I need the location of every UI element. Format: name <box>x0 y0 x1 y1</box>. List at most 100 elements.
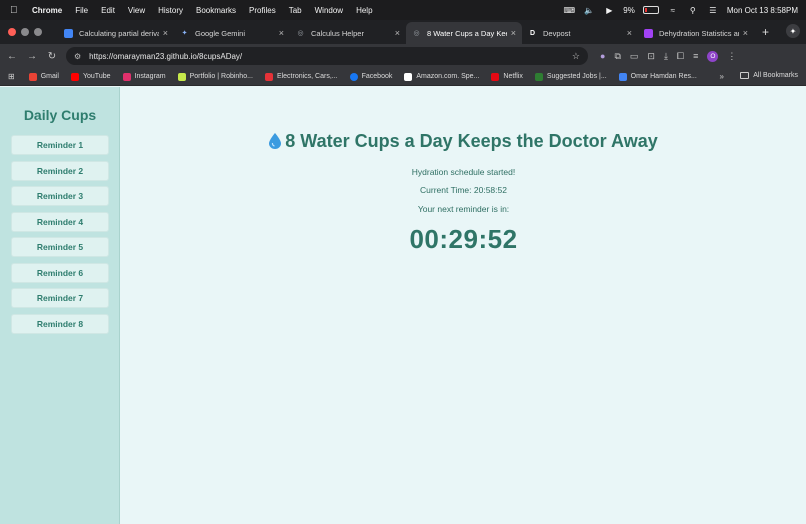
bookmark-item[interactable]: Netflix <box>491 72 523 81</box>
site-info-icon[interactable]: ⚙ <box>74 52 81 61</box>
reminder-4-button[interactable]: Reminder 4 <box>11 211 109 232</box>
bookmark-item[interactable]: Electronics, Cars,... <box>264 72 338 81</box>
daily-cups-sidebar: Daily Cups Reminder 1 Reminder 2 Reminde… <box>0 87 120 524</box>
bookmark-label: Facebook <box>361 73 393 80</box>
control-center-icon[interactable]: ☰ <box>707 5 719 15</box>
reminder-list: Reminder 1 Reminder 2 Reminder 3 Reminde… <box>11 135 109 339</box>
bookmark-item[interactable]: Instagram <box>122 72 166 81</box>
menu-help[interactable]: Help <box>356 6 372 15</box>
apple-icon[interactable]:  <box>10 5 22 16</box>
reminder-2-button[interactable]: Reminder 2 <box>11 160 109 181</box>
close-tab-icon[interactable]: × <box>395 28 400 38</box>
close-tab-icon[interactable]: × <box>163 28 168 38</box>
copy-icon[interactable]: ⧠ <box>677 51 684 62</box>
jobs-icon <box>534 72 543 81</box>
all-bookmarks-button[interactable]: All Bookmarks <box>740 72 798 79</box>
tab-label: Calculus Helper <box>311 28 364 38</box>
close-tab-icon[interactable]: × <box>743 28 748 38</box>
browser-tab[interactable]: ◎ Calculus Helper × <box>290 22 406 44</box>
bookmark-item[interactable]: Suggested Jobs |... <box>534 72 607 81</box>
forward-icon[interactable]: → <box>22 51 42 62</box>
portfolio-icon <box>177 72 186 81</box>
close-tab-icon[interactable]: × <box>627 28 632 38</box>
instagram-icon <box>122 72 131 81</box>
bookmark-label: Instagram <box>134 73 166 80</box>
battery-percent: 9% <box>623 5 635 15</box>
menubar-clock[interactable]: Mon Oct 13 8:58PM <box>727 6 798 15</box>
reminder-7-button[interactable]: Reminder 7 <box>11 288 109 308</box>
extension-icon[interactable]: ● <box>600 51 605 61</box>
bookmark-item[interactable]: Facebook <box>349 72 393 81</box>
bookmark-star-icon[interactable]: ☆ <box>572 51 580 62</box>
page-title-text: 8 Water Cups a Day Keeps the Doctor Away <box>285 131 658 151</box>
browser-tab-strip: Calculating partial deriva × ✦ Google Ge… <box>0 20 806 44</box>
bookmark-label: Portfolio | Robinho... <box>189 73 253 80</box>
media-icon[interactable]: ≡ <box>693 51 698 61</box>
bookmark-label: Amazon.com. Spe... <box>416 73 480 80</box>
minimize-window-button[interactable] <box>21 28 29 36</box>
menu-bookmarks[interactable]: Bookmarks <box>196 6 236 15</box>
menu-file[interactable]: File <box>75 6 88 15</box>
menu-profiles[interactable]: Profiles <box>249 6 276 15</box>
globe-icon: ◎ <box>413 30 420 37</box>
wifi-icon[interactable]: ≈ <box>667 5 679 15</box>
tab-label: Dehydration Statistics an <box>659 28 739 38</box>
chart-icon <box>644 28 653 38</box>
reminder-5-button[interactable]: Reminder 5 <box>11 237 109 257</box>
spotlight-search-icon[interactable]: ⚲ <box>687 5 699 15</box>
docs-icon <box>618 72 627 81</box>
reload-icon[interactable]: ↻ <box>42 51 62 62</box>
profile-avatar[interactable]: O <box>707 50 719 62</box>
reminder-3-button[interactable]: Reminder 3 <box>11 186 109 206</box>
reminder-8-button[interactable]: Reminder 8 <box>11 313 109 334</box>
main-content: 8 Water Cups a Day Keeps the Doctor Away… <box>121 87 806 524</box>
gemini-sparkle-icon[interactable]: ✦ <box>786 24 800 38</box>
more-bookmarks-icon[interactable]: » <box>720 72 724 81</box>
menu-history[interactable]: History <box>158 6 183 15</box>
url-text[interactable]: https://omarayman23.github.io/8cupsADay/ <box>89 52 572 61</box>
volume-icon[interactable]: 🔈 <box>583 5 595 15</box>
menu-edit[interactable]: Edit <box>101 6 115 15</box>
toolbar-icons: ● ⧉ ▭ ⊡ ⤓ ⧠ ≡ O ⋮ <box>600 50 736 62</box>
cast-icon[interactable]: ▭ <box>630 51 639 62</box>
bookmark-item[interactable]: Omar Hamdan Res... <box>618 72 697 81</box>
menu-chrome[interactable]: Chrome <box>32 6 62 15</box>
browser-tab[interactable]: Dehydration Statistics an × <box>638 22 754 44</box>
close-window-button[interactable] <box>8 28 16 36</box>
address-bar[interactable]: ⚙ https://omarayman23.github.io/8cupsADa… <box>66 47 588 65</box>
keyboard-icon[interactable]: ⌨ <box>563 5 576 15</box>
more-menu-icon[interactable]: ⋮ <box>727 51 736 62</box>
tab-label: Devpost <box>543 28 571 38</box>
close-tab-icon[interactable]: × <box>511 28 516 38</box>
bookmark-label: Omar Hamdan Res... <box>630 73 697 80</box>
tab-label: Calculating partial deriva <box>79 28 159 38</box>
tab-label: Google Gemini <box>195 28 246 38</box>
browser-tab-active[interactable]: ◎ 8 Water Cups a Day Keep × <box>406 22 522 44</box>
battery-icon[interactable] <box>642 6 659 14</box>
download-icon[interactable]: ⤓ <box>664 51 668 62</box>
browser-tab[interactable]: D Devpost × <box>522 22 638 44</box>
apps-grid-icon[interactable]: ⊞ <box>8 72 15 81</box>
back-icon[interactable]: ← <box>2 51 22 62</box>
menu-window[interactable]: Window <box>315 6 343 15</box>
menu-view[interactable]: View <box>128 6 145 15</box>
menu-tab[interactable]: Tab <box>289 6 302 15</box>
bookmark-item[interactable]: YouTube <box>70 72 111 81</box>
bookmark-item[interactable]: Gmail <box>28 72 59 81</box>
new-tab-icon[interactable]: + <box>762 25 769 39</box>
zoom-window-button[interactable] <box>34 28 42 36</box>
reminder-6-button[interactable]: Reminder 6 <box>11 262 109 283</box>
play-icon[interactable]: ▶ <box>603 5 615 15</box>
gemini-icon: ✦ <box>181 30 188 37</box>
screenshot-icon[interactable]: ⊡ <box>647 51 655 62</box>
bookmark-item[interactable]: Portfolio | Robinho... <box>177 72 253 81</box>
browser-tab[interactable]: ✦ Google Gemini × <box>174 22 290 44</box>
puzzle-extensions-icon[interactable]: ⧉ <box>614 51 620 62</box>
browser-tab[interactable]: Calculating partial deriva × <box>58 22 174 44</box>
close-tab-icon[interactable]: × <box>279 28 284 38</box>
window-controls <box>8 28 42 36</box>
reminder-1-button[interactable]: Reminder 1 <box>11 135 109 155</box>
bookmarks-bar: ⊞ Gmail YouTube Instagram Portfolio | Ro… <box>0 68 806 86</box>
bookmark-item[interactable]: Amazon.com. Spe... <box>404 72 480 81</box>
amazon-icon <box>404 72 413 81</box>
